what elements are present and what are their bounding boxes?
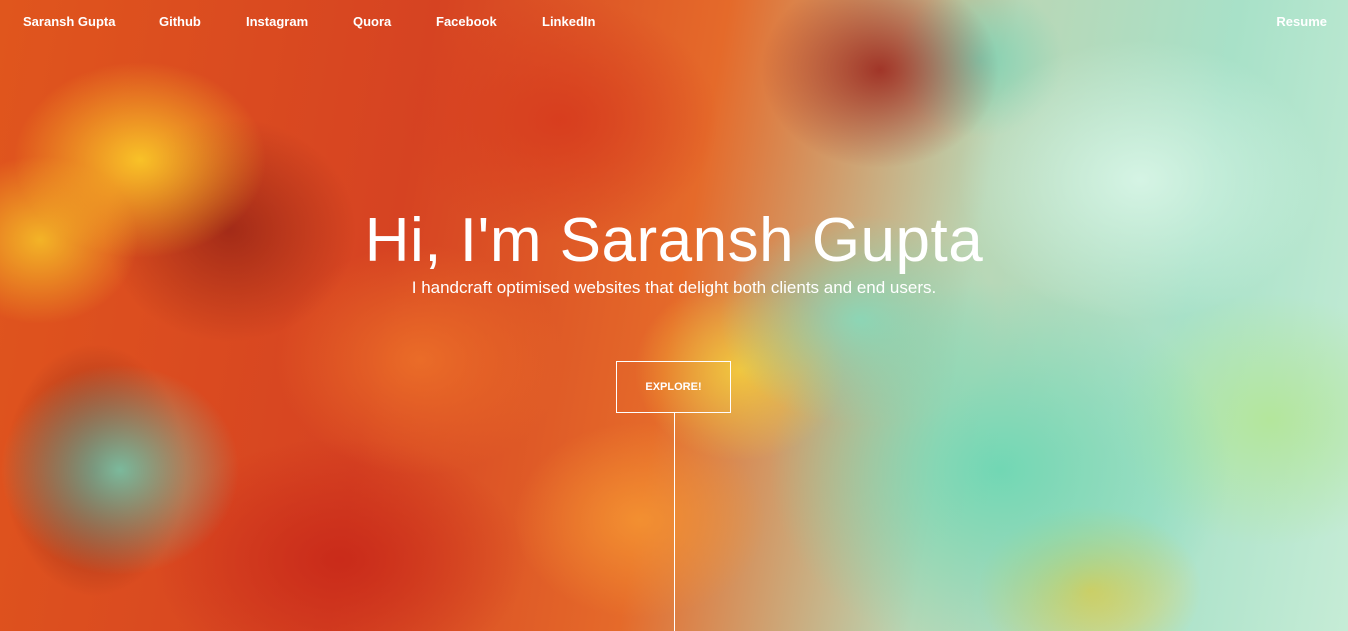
- top-navigation: Saransh Gupta Github Instagram Quora Fac…: [0, 0, 1348, 42]
- explore-button[interactable]: EXPLORE!: [616, 361, 731, 413]
- nav-link-instagram[interactable]: Instagram: [246, 14, 308, 29]
- hero-section: Saransh Gupta Github Instagram Quora Fac…: [0, 0, 1348, 631]
- nav-brand-link[interactable]: Saransh Gupta: [23, 14, 115, 29]
- hero-title: Hi, I'm Saransh Gupta: [364, 206, 984, 275]
- nav-link-github[interactable]: Github: [159, 14, 201, 29]
- nav-link-linkedin[interactable]: LinkedIn: [542, 14, 595, 29]
- hero-subtitle: I handcraft optimised websites that deli…: [411, 278, 937, 297]
- nav-link-facebook[interactable]: Facebook: [436, 14, 497, 29]
- nav-link-quora[interactable]: Quora: [353, 14, 391, 29]
- nav-link-resume[interactable]: Resume: [1276, 14, 1327, 29]
- explore-connector-line: [674, 413, 675, 631]
